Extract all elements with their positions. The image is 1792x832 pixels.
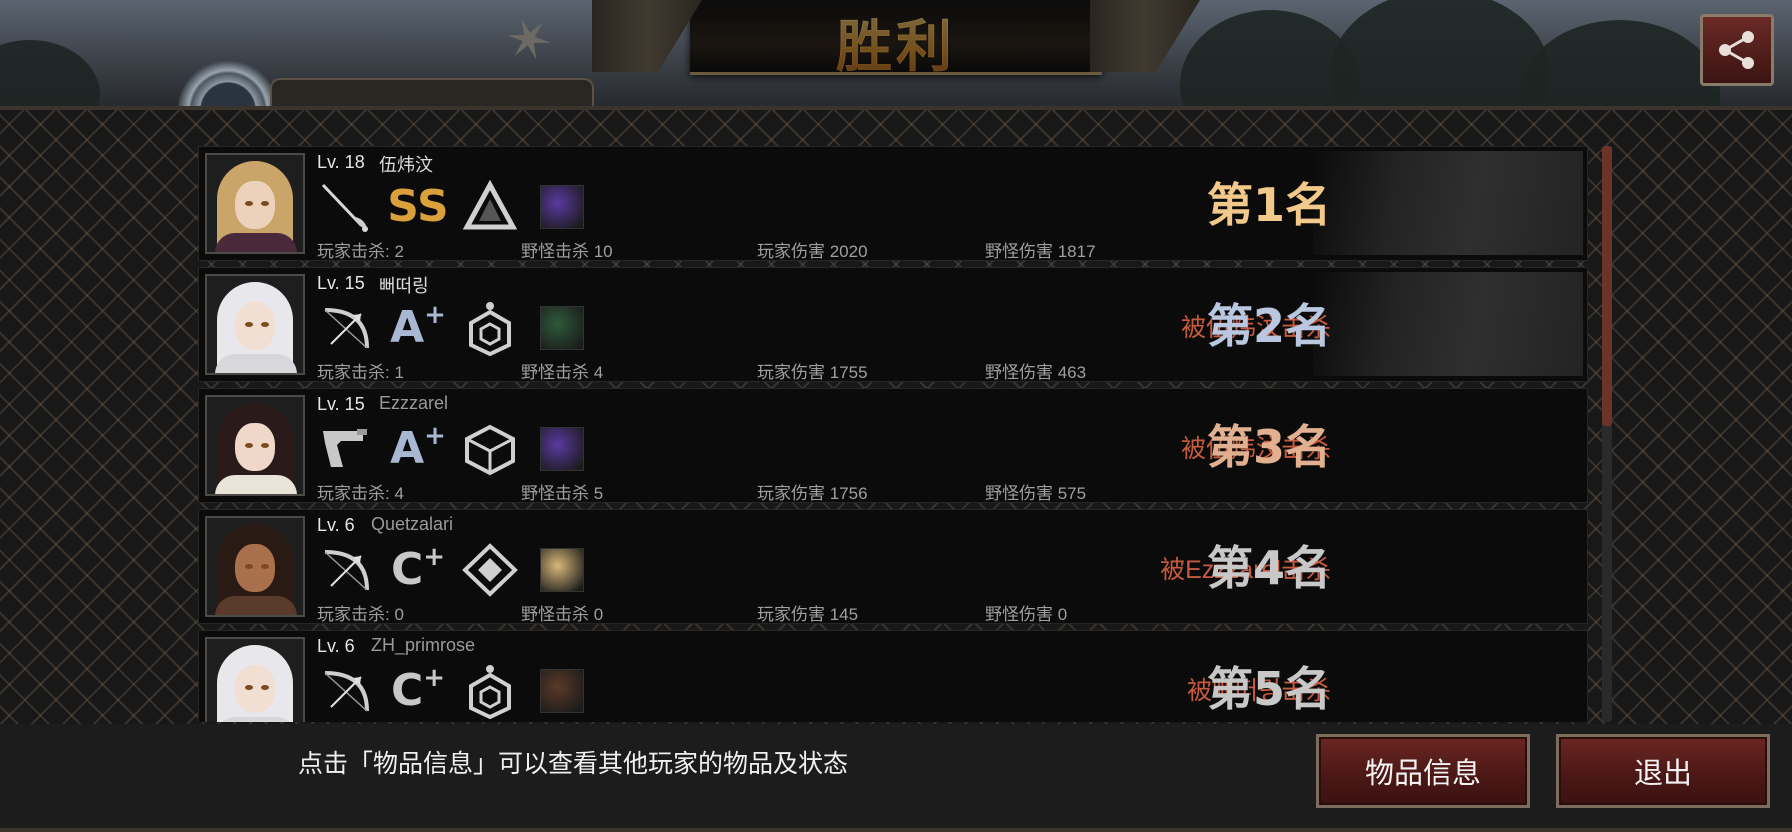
monster-damage: 野怪伤害 575 <box>985 484 1087 503</box>
player-result-row[interactable]: Lv. 6 ZH_primrose C+ 被뻐떠링击杀 第5名 <box>198 630 1588 722</box>
diamond-emblem-icon <box>461 542 519 598</box>
bow-icon <box>317 300 375 356</box>
player-name: ZH_primrose <box>371 635 476 655</box>
purple-crystal-icon[interactable] <box>533 421 591 477</box>
player-level: Lv. 15 <box>317 394 365 414</box>
player-level-badge <box>178 60 278 112</box>
hexagon-emblem-icon <box>461 663 519 719</box>
monster-damage: 野怪伤害 1817 <box>985 242 1096 261</box>
rank-label: 第2名 <box>1207 299 1332 353</box>
hexagon-emblem-icon <box>461 300 519 356</box>
player-result-row[interactable]: Lv. 15 뻐떠링 A+ 玩家击杀: 1 野怪击杀 4 玩家伤害 1755 野怪伤害 46… <box>198 267 1588 382</box>
share-icon <box>1719 31 1754 69</box>
scroll-thumb[interactable] <box>1602 146 1612 426</box>
hint-text: 点击「物品信息」可以查看其他玩家的物品及状态 <box>298 750 849 778</box>
rank-emblem-background <box>1313 272 1583 376</box>
monster-kills: 野怪击杀 10 <box>521 242 613 261</box>
player-level: Lv. 6 <box>317 515 355 535</box>
player-kills: 玩家击杀: 0 <box>317 605 404 624</box>
green-creature-icon[interactable] <box>533 300 591 356</box>
triangle-emblem-icon <box>461 179 519 235</box>
player-level: Lv. 18 <box>317 152 365 172</box>
monster-damage: 野怪伤害 463 <box>985 363 1087 382</box>
player-avatar[interactable] <box>205 637 305 722</box>
player-level: Lv. 15 <box>317 273 365 293</box>
grade-badge: C+ <box>390 663 446 716</box>
results-scrollbar[interactable] <box>1602 146 1612 722</box>
grade-badge: A+ <box>390 421 446 474</box>
parchment-icon[interactable] <box>533 542 591 598</box>
player-name: Quetzalari <box>371 514 454 534</box>
share-button[interactable] <box>1700 14 1774 86</box>
player-damage: 玩家伤害 1755 <box>757 363 868 382</box>
monster-kills: 野怪击杀 5 <box>521 484 604 503</box>
player-result-row[interactable]: Lv. 18 伍炜汶 SS 玩家击杀: 2 野怪击杀 10 玩家伤害 2020 野怪伤害 1… <box>198 146 1588 261</box>
exit-button[interactable]: 退出 <box>1556 734 1770 808</box>
player-level: Lv. 6 <box>317 636 355 656</box>
player-name: Ezzzarel <box>379 393 449 413</box>
player-avatar[interactable] <box>205 153 305 254</box>
victory-banner: 胜利 <box>690 0 1102 80</box>
player-result-row[interactable]: Lv. 6 Quetzalari C+ 玩家击杀: 0 野怪击杀 0 玩家伤害 145 野怪… <box>198 509 1588 624</box>
rapier-icon <box>317 179 375 235</box>
player-damage: 玩家伤害 2020 <box>757 242 868 261</box>
item-info-button[interactable]: 物品信息 <box>1316 734 1530 808</box>
rank-emblem-background <box>1313 151 1583 255</box>
rank-label: 第5名 <box>1207 662 1332 716</box>
rank-label: 第1名 <box>1207 178 1332 232</box>
cube-emblem-icon <box>461 421 519 477</box>
pistol-icon <box>317 421 375 477</box>
rank-label: 第3名 <box>1207 420 1332 474</box>
player-result-row[interactable]: Lv. 15 Ezzzarel A+ 玩家击杀: 4 野怪击杀 5 玩家伤害 1756 野怪… <box>198 388 1588 503</box>
player-avatar[interactable] <box>205 516 305 617</box>
page-title: 胜利 <box>690 2 1102 83</box>
grade-badge: C+ <box>390 542 446 595</box>
bow-icon <box>317 542 375 598</box>
player-name: 뻐떠링 <box>379 276 429 296</box>
player-kills: 玩家击杀: 2 <box>317 242 404 261</box>
grade-badge: SS <box>387 181 449 232</box>
player-name: 伍炜汶 <box>379 155 433 175</box>
player-damage: 玩家伤害 1756 <box>757 484 868 503</box>
monster-kills: 野怪击杀 0 <box>521 605 604 624</box>
player-kills: 玩家击杀: 1 <box>317 363 404 382</box>
monster-kills: 野怪击杀 4 <box>521 363 604 382</box>
purple-crystal-icon[interactable] <box>533 179 591 235</box>
rank-label: 第4名 <box>1207 541 1332 595</box>
monster-damage: 野怪伤害 0 <box>985 605 1068 624</box>
player-avatar[interactable] <box>205 274 305 375</box>
crossed-blades-icon[interactable] <box>533 663 591 719</box>
player-avatar[interactable] <box>205 395 305 496</box>
grade-badge: A+ <box>390 300 446 353</box>
results-list[interactable]: Lv. 18 伍炜汶 SS 玩家击杀: 2 野怪击杀 10 玩家伤害 2020 野怪伤害 1… <box>198 146 1588 722</box>
player-damage: 玩家伤害 145 <box>757 605 859 624</box>
bow-icon <box>317 663 375 719</box>
player-kills: 玩家击杀: 4 <box>317 484 404 503</box>
